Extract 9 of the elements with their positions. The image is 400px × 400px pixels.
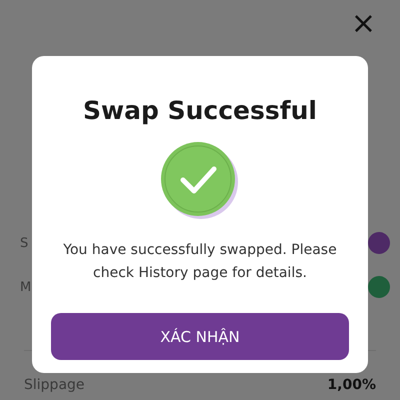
row-label: M (20, 280, 32, 294)
confirm-button[interactable]: XÁC NHẬN (51, 313, 349, 360)
checkmark-icon (159, 141, 241, 221)
slippage-value: 1,00% (327, 377, 376, 393)
dialog-title: Swap Successful (83, 96, 317, 125)
close-button[interactable]: × (346, 6, 380, 42)
slippage-label: Slippage (24, 377, 85, 393)
row-label: S (20, 236, 28, 250)
dialog-message: You have successfully swapped. Please check History page for details. (62, 241, 338, 283)
